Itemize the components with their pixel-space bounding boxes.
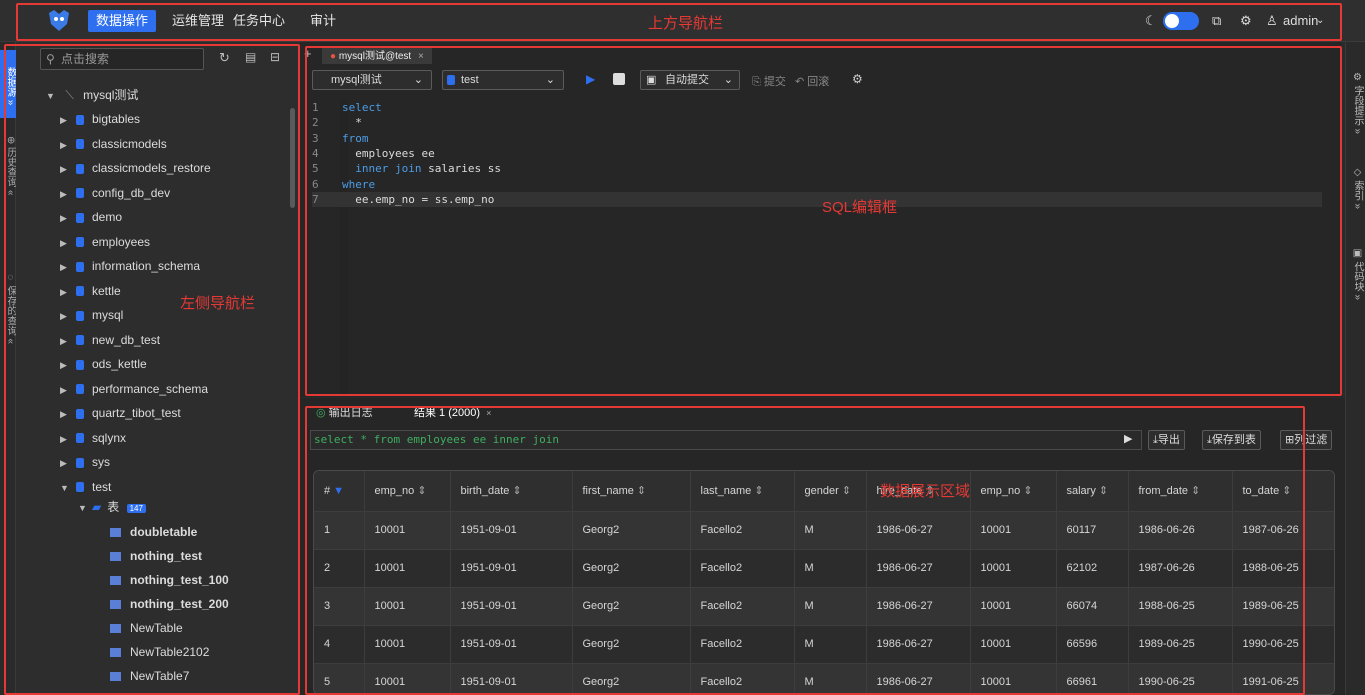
tab-index[interactable]: ◇ 索引 » bbox=[1347, 158, 1363, 218]
annotation-box-top bbox=[16, 3, 1342, 41]
tab-field-hints[interactable]: ⚙ 字段提示 » bbox=[1347, 58, 1363, 148]
tab-field-hints-label: 字段提示 bbox=[1352, 85, 1363, 126]
tab-code-snippets[interactable]: ▣ 代码块 » bbox=[1347, 234, 1363, 314]
tab-snippets-label: 代码块 bbox=[1352, 261, 1363, 292]
tab-index-label: 索引 bbox=[1352, 180, 1363, 201]
annotation-box-left bbox=[4, 44, 300, 695]
annotation-box-editor bbox=[305, 46, 1342, 396]
annotation-box-results bbox=[305, 406, 1305, 695]
